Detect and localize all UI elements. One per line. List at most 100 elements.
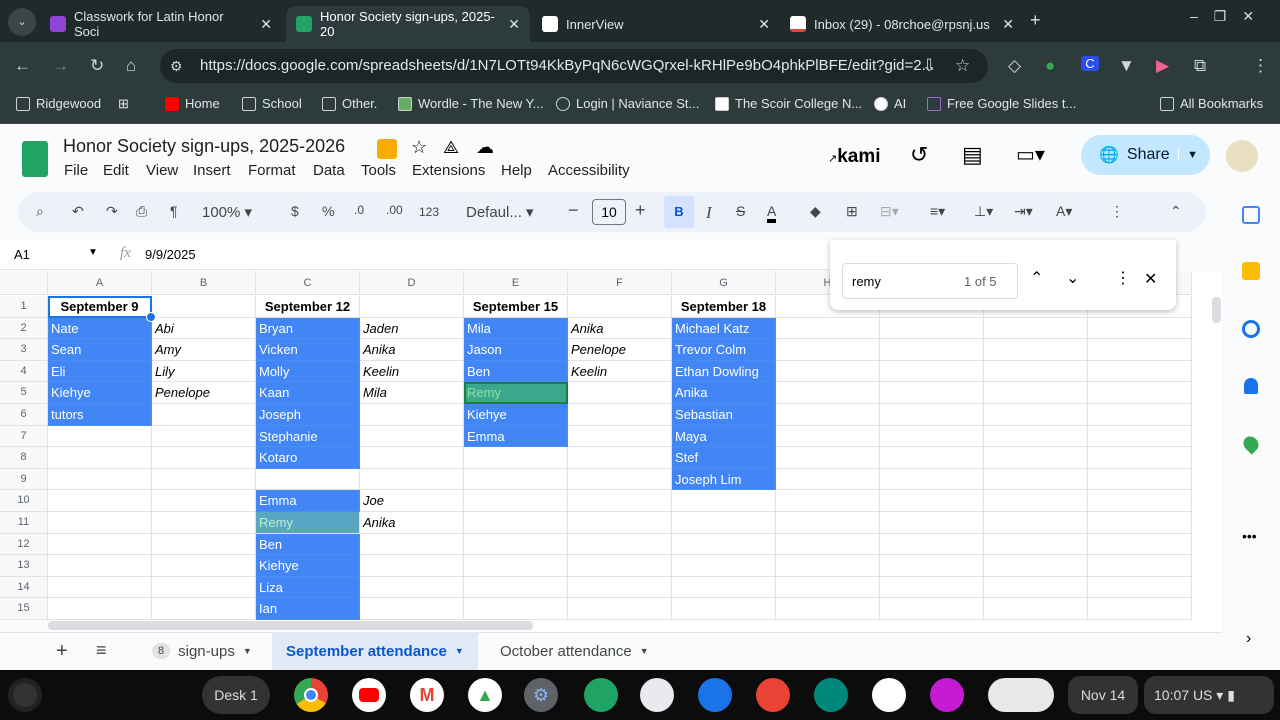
selection-fill-handle[interactable]	[146, 312, 156, 322]
move-to-drive-icon[interactable]: ⟁	[443, 137, 459, 158]
cell-F12[interactable]	[568, 533, 672, 556]
star-icon[interactable]: ☆	[411, 137, 427, 158]
cell-E9[interactable]	[464, 468, 568, 491]
avatar[interactable]	[1226, 140, 1258, 172]
cell-E12[interactable]	[464, 533, 568, 556]
previous-result-icon[interactable]: ⌃	[1030, 268, 1043, 288]
strikethrough-icon[interactable]: S	[736, 203, 745, 219]
collapse-menus-icon[interactable]: ⌃	[1170, 203, 1182, 220]
merge-cells-icon[interactable]: ⊟▾	[880, 203, 899, 220]
share-button[interactable]: 🌐 Share ▼	[1081, 135, 1210, 175]
kami-button[interactable]: ↗kami	[828, 146, 881, 168]
redo-icon[interactable]: ↷	[106, 203, 118, 220]
cell-H5[interactable]	[776, 382, 880, 404]
cell-B2[interactable]: Abi	[152, 317, 256, 340]
bookmark-star-icon[interactable]: ☆	[955, 56, 970, 76]
cell-B8[interactable]	[152, 447, 256, 469]
cell-C5[interactable]: Kaan	[256, 382, 360, 404]
cell-D10[interactable]: Joe	[360, 490, 464, 512]
row-header-12[interactable]: 12	[0, 533, 48, 556]
extension-c-icon[interactable]: C	[1081, 56, 1099, 71]
cell-H2[interactable]	[776, 317, 880, 340]
cell-K6[interactable]	[1088, 404, 1192, 426]
close-tab-icon[interactable]: ✕	[260, 16, 272, 33]
cloud-saved-icon[interactable]: ☁	[476, 137, 494, 158]
cell-E7[interactable]: Emma	[464, 425, 568, 448]
column-header-A[interactable]: A	[48, 271, 152, 295]
row-header-2[interactable]: 2	[0, 317, 48, 340]
cell-C15[interactable]: Ian	[256, 598, 360, 620]
cell-I13[interactable]	[880, 555, 984, 577]
cell-A3[interactable]: Sean	[48, 339, 152, 361]
cell-I15[interactable]	[880, 598, 984, 620]
cell-K13[interactable]	[1088, 555, 1192, 577]
cell-E4[interactable]: Ben	[464, 360, 568, 383]
cell-F9[interactable]	[568, 468, 672, 491]
cell-F13[interactable]	[568, 555, 672, 577]
share-dropdown-icon[interactable]: ▼	[1178, 149, 1198, 161]
sheet-tab-sign-ups[interactable]: 8 sign-ups ▼	[138, 632, 266, 670]
cell-A7[interactable]	[48, 425, 152, 448]
cell-J6[interactable]	[984, 404, 1088, 426]
cell-J9[interactable]	[984, 468, 1088, 491]
cell-E3[interactable]: Jason	[464, 339, 568, 361]
cell-A2[interactable]: Nate	[48, 317, 152, 340]
paint-app-icon[interactable]	[756, 678, 790, 712]
cell-G9[interactable]: Joseph Lim	[672, 468, 776, 491]
cell-J12[interactable]	[984, 533, 1088, 556]
decrease-font-size-button[interactable]: −	[568, 200, 579, 221]
cell-C8[interactable]: Kotaro	[256, 447, 360, 469]
formula-input[interactable]: 9/9/2025	[145, 247, 196, 262]
calculator-app-icon[interactable]	[584, 678, 618, 712]
name-box-dropdown-icon[interactable]: ▼	[88, 247, 98, 258]
font-size-input[interactable]: 10	[592, 199, 626, 225]
cell-A9[interactable]	[48, 468, 152, 491]
extension-shield-icon[interactable]: ◇	[1008, 56, 1021, 76]
next-result-icon[interactable]: ⌄	[1066, 268, 1079, 288]
cell-B12[interactable]	[152, 533, 256, 556]
bookmark-naviance[interactable]: Login | Naviance St...	[556, 96, 699, 111]
cell-F2[interactable]: Anika	[568, 317, 672, 340]
zoom-select[interactable]: 100% ▾	[202, 203, 252, 221]
tasks-icon[interactable]	[1242, 320, 1260, 338]
column-header-E[interactable]: E	[464, 271, 568, 295]
show-side-panel-icon[interactable]: ›	[1246, 630, 1251, 648]
date-tray[interactable]: Nov 14	[1068, 676, 1138, 714]
cell-H9[interactable]	[776, 468, 880, 491]
reload-icon[interactable]: ↻	[90, 56, 104, 76]
home-icon[interactable]: ⌂	[126, 56, 136, 76]
cell-K2[interactable]	[1088, 317, 1192, 340]
cell-D8[interactable]	[360, 447, 464, 469]
close-tab-icon[interactable]: ✕	[508, 16, 520, 33]
extension-shield-dark-icon[interactable]: ▼	[1118, 56, 1135, 76]
browser-menu-icon[interactable]: ⋮	[1252, 56, 1269, 76]
cell-J13[interactable]	[984, 555, 1088, 577]
cell-H7[interactable]	[776, 425, 880, 448]
cell-C3[interactable]: Vicken	[256, 339, 360, 361]
maps-icon[interactable]	[1240, 433, 1262, 455]
cell-I10[interactable]	[880, 490, 984, 512]
purple-app-icon[interactable]	[930, 678, 964, 712]
extension-pink-icon[interactable]: ▶	[1156, 56, 1169, 76]
cell-I3[interactable]	[880, 339, 984, 361]
cell-H14[interactable]	[776, 576, 880, 599]
close-find-icon[interactable]: ✕	[1144, 269, 1157, 289]
gmail-app-icon[interactable]: M	[410, 678, 444, 712]
cell-E10[interactable]	[464, 490, 568, 512]
cell-F11[interactable]	[568, 512, 672, 534]
version-history-icon[interactable]: ↺	[910, 142, 928, 168]
cell-I7[interactable]	[880, 425, 984, 448]
all-bookmarks[interactable]: All Bookmarks	[1160, 96, 1263, 111]
menu-extensions[interactable]: Extensions	[412, 162, 485, 179]
cell-E8[interactable]	[464, 447, 568, 469]
select-all-corner[interactable]	[0, 271, 48, 295]
cell-J7[interactable]	[984, 425, 1088, 448]
cell-G7[interactable]: Maya	[672, 425, 776, 448]
all-sheets-button[interactable]: ≡	[96, 640, 107, 661]
files-app-icon[interactable]	[698, 678, 732, 712]
cell-C9[interactable]	[256, 468, 360, 491]
cell-I2[interactable]	[880, 317, 984, 340]
browser-tab-classwork[interactable]: Classwork for Latin Honor Soci ✕	[40, 6, 282, 42]
keep-icon[interactable]	[1242, 262, 1260, 280]
row-header-10[interactable]: 10	[0, 490, 48, 512]
